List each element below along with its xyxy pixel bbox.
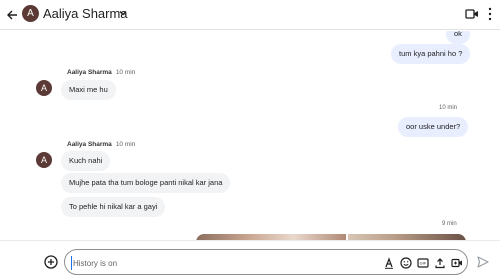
- sender-avatar[interactable]: A: [36, 152, 52, 168]
- chevron-down-icon[interactable]: [118, 8, 128, 18]
- outgoing-message[interactable]: ok: [446, 31, 470, 44]
- outgoing-message[interactable]: tum kya pahni ho ?: [391, 44, 471, 64]
- emoji-icon[interactable]: [400, 257, 412, 269]
- gif-icon[interactable]: GIF: [417, 257, 429, 269]
- sender-name: Aaliya Sharma: [67, 69, 112, 76]
- incoming-message[interactable]: To pehle hi nikal kar a gayi: [61, 197, 166, 217]
- add-circle-icon[interactable]: [44, 255, 58, 269]
- message-sender-meta: Aaliya Sharma 10 min: [67, 69, 135, 76]
- message-time: 10 min: [115, 69, 136, 76]
- sender-avatar[interactable]: A: [36, 80, 52, 96]
- text-caret: [71, 256, 72, 270]
- video-call-icon[interactable]: [465, 8, 479, 20]
- message-input-box[interactable]: GIF: [64, 249, 468, 275]
- message-list[interactable]: ok tum kya pahni ho ? Aaliya Sharma 10 mi…: [0, 31, 500, 240]
- message-time: 10 min: [439, 105, 458, 111]
- outgoing-message[interactable]: oor uske under?: [398, 117, 469, 137]
- message-time: 10 min: [115, 141, 136, 148]
- incoming-message[interactable]: Mujhe pata tha tum bologe panti nikal ka…: [61, 173, 231, 193]
- video-message-icon[interactable]: [451, 257, 463, 269]
- contact-avatar[interactable]: A: [22, 5, 39, 22]
- send-icon[interactable]: [476, 255, 490, 269]
- sender-name: Aaliya Sharma: [67, 141, 112, 148]
- back-arrow-icon[interactable]: [2, 5, 22, 25]
- svg-text:GIF: GIF: [420, 261, 427, 266]
- message-composer: GIF: [0, 240, 500, 278]
- more-options-icon[interactable]: [487, 7, 493, 21]
- message-input[interactable]: [73, 256, 373, 270]
- upload-icon[interactable]: [434, 257, 446, 269]
- incoming-message[interactable]: Maxi me hu: [61, 80, 116, 100]
- chat-header: A Aaliya Sharma: [0, 0, 500, 30]
- message-time: 9 min: [442, 221, 457, 227]
- message-sender-meta: Aaliya Sharma 10 min: [67, 141, 135, 148]
- incoming-message[interactable]: Kuch nahi: [61, 151, 111, 171]
- text-format-icon[interactable]: [383, 257, 395, 269]
- contact-name[interactable]: Aaliya Sharma: [43, 6, 128, 21]
